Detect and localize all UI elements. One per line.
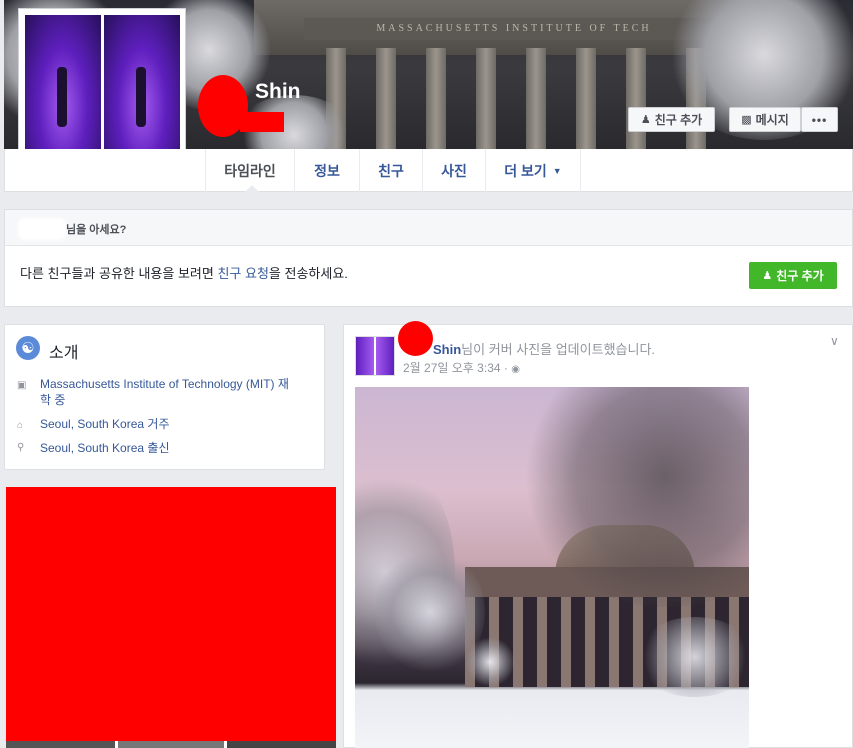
add-friend-icon: ♟ — [640, 114, 651, 126]
redacted-photos-block — [6, 487, 336, 741]
cover-frieze-text: MASSACHUSETTS INSTITUTE OF TECH — [304, 18, 724, 40]
post-author-name[interactable]: Shin — [433, 342, 461, 357]
tab-photos[interactable]: 사진 — [422, 149, 485, 192]
globe-icon: ☯ — [16, 336, 40, 360]
more-options-button[interactable]: ••• — [801, 107, 838, 132]
cover-column — [576, 48, 596, 149]
post-time-text: 2월 27일 오후 3:34 · — [403, 361, 508, 375]
post-options-chevron-icon[interactable]: ∨ — [830, 334, 839, 348]
message-button[interactable]: ▩ 메시지 — [729, 107, 801, 132]
tab-label: 정보 — [314, 162, 340, 179]
add-friend-label: 친구 추가 — [654, 113, 703, 127]
location-pin-icon: ⚲ — [17, 442, 25, 453]
more-options-label: ••• — [811, 112, 828, 127]
intro-education-line2: 학 중 — [40, 393, 66, 407]
cover-column — [626, 48, 646, 149]
post-header: Shin님이 커버 사진을 업데이트했습니다. — [433, 339, 655, 358]
name-redaction-smudge — [18, 218, 66, 240]
tab-label: 사진 — [441, 162, 467, 179]
add-friend-button[interactable]: ♟ 친구 추가 — [628, 107, 715, 132]
cover-column — [526, 48, 546, 149]
intro-current-city[interactable]: Seoul, South Korea 거주 — [40, 416, 170, 432]
profile-photo-left — [25, 15, 101, 167]
tab-label: 친구 — [378, 162, 404, 179]
photo-tree — [465, 637, 515, 687]
profile-name[interactable]: Shin — [255, 80, 301, 104]
add-friend-label: 친구 추가 — [776, 269, 824, 283]
name-redaction-bar — [240, 112, 284, 132]
intro-hometown[interactable]: Seoul, South Korea 출신 — [40, 440, 170, 456]
intro-title: 소개 — [49, 345, 79, 362]
tab-label: 타임라인 — [224, 162, 276, 179]
photo-tree — [635, 617, 749, 697]
tab-label: 더 보기 — [504, 162, 547, 179]
suggestion-text-suffix: 을 전송하세요. — [268, 266, 348, 281]
cover-column — [426, 48, 446, 149]
cover-column — [376, 48, 396, 149]
active-tab-indicator — [245, 185, 259, 192]
public-globe-icon: ◉ — [511, 364, 520, 375]
school-icon: ▣ — [17, 380, 27, 391]
intro-education-line1: Massachusetts Institute of Technology (M… — [40, 377, 289, 391]
intro-education[interactable]: Massachusetts Institute of Technology (M… — [40, 376, 289, 408]
post-photo[interactable] — [355, 387, 749, 748]
suggestion-text-prefix: 다른 친구들과 공유한 내용을 보려면 — [20, 266, 218, 281]
suggestion-question: 님을 아세요? — [66, 224, 127, 236]
post-timestamp[interactable]: 2월 27일 오후 3:34 · ◉ — [403, 359, 520, 376]
home-icon: ⌂ — [17, 420, 24, 431]
friend-request-link[interactable]: 친구 요청 — [217, 266, 268, 281]
message-label: 메시지 — [755, 113, 789, 127]
profile-photo-right — [104, 15, 180, 167]
message-icon: ▩ — [741, 114, 752, 126]
chevron-down-icon: ▼ — [552, 165, 562, 176]
tab-friends[interactable]: 친구 — [359, 149, 422, 192]
friend-suggestion-header — [4, 209, 853, 246]
suggestion-text: 다른 친구들과 공유한 내용을 보려면 친구 요청을 전송하세요. — [20, 263, 348, 282]
post-action-text: 님이 커버 사진을 업데이트했습니다. — [461, 342, 656, 357]
photo-grid-strip — [6, 741, 336, 748]
tab-more[interactable]: 더 보기 ▼ — [485, 149, 581, 192]
profile-figure — [136, 67, 146, 127]
post-author-avatar[interactable] — [355, 336, 395, 376]
profile-figure — [57, 67, 67, 127]
tab-about[interactable]: 정보 — [294, 149, 359, 192]
add-friend-green-button[interactable]: ♟ 친구 추가 — [749, 262, 837, 289]
post-name-redaction — [398, 321, 433, 356]
cover-column — [476, 48, 496, 149]
add-friend-icon: ♟ — [762, 270, 773, 282]
